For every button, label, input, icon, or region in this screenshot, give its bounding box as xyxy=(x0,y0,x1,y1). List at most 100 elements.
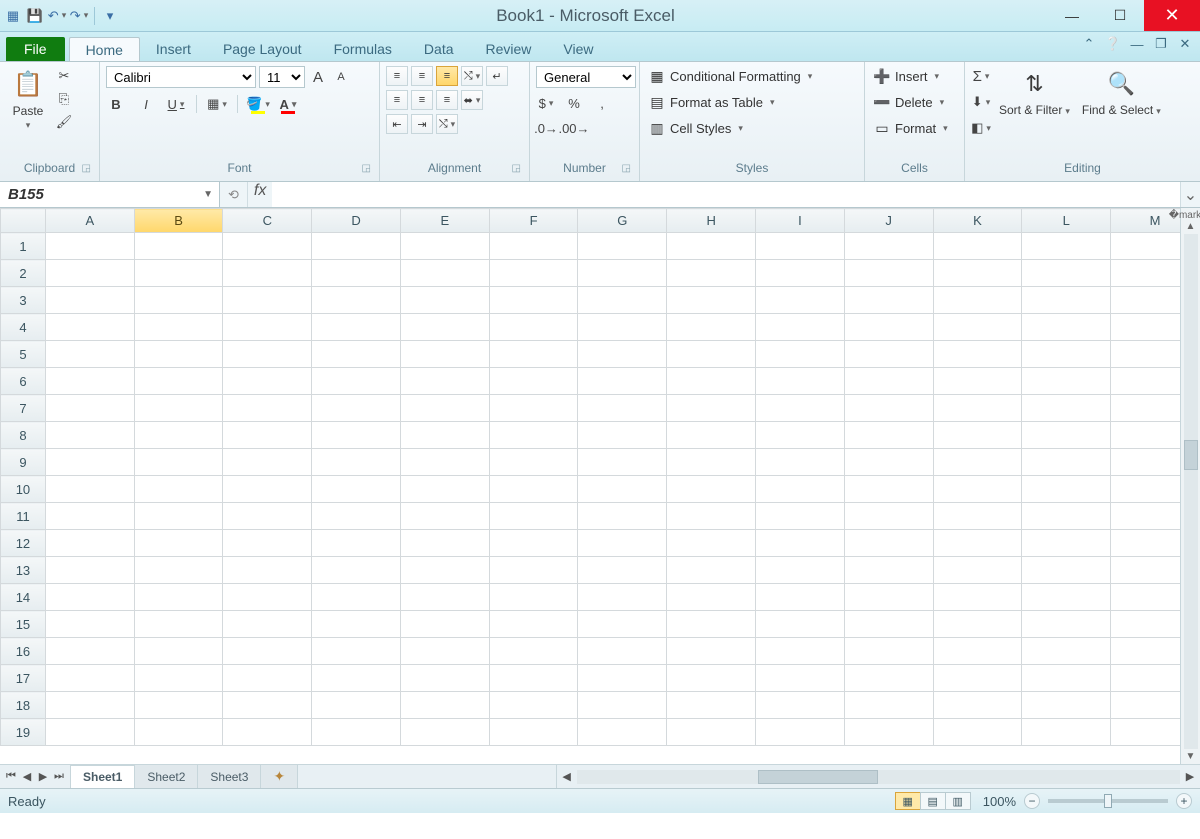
row-header-17[interactable]: 17 xyxy=(1,665,46,692)
tab-formulas[interactable]: Formulas xyxy=(318,37,408,61)
workbook-minimize-icon[interactable]: — xyxy=(1128,37,1146,52)
cell-C1[interactable] xyxy=(223,233,312,260)
cell-M14[interactable] xyxy=(1111,584,1180,611)
cell-F10[interactable] xyxy=(489,476,578,503)
cell-A6[interactable] xyxy=(45,368,134,395)
column-header-C[interactable]: C xyxy=(223,209,312,233)
cell-K17[interactable] xyxy=(933,665,1022,692)
cell-H5[interactable] xyxy=(667,341,756,368)
cell-L18[interactable] xyxy=(1022,692,1111,719)
cell-A4[interactable] xyxy=(45,314,134,341)
cell-C14[interactable] xyxy=(223,584,312,611)
tab-review[interactable]: Review xyxy=(470,37,548,61)
cell-E1[interactable] xyxy=(400,233,489,260)
cell-K13[interactable] xyxy=(933,557,1022,584)
cell-M8[interactable] xyxy=(1111,422,1180,449)
cell-B9[interactable] xyxy=(134,449,223,476)
cell-I14[interactable] xyxy=(756,584,845,611)
cell-F12[interactable] xyxy=(489,530,578,557)
cell-I9[interactable] xyxy=(756,449,845,476)
row-header-9[interactable]: 9 xyxy=(1,449,46,476)
cell-M13[interactable] xyxy=(1111,557,1180,584)
column-header-D[interactable]: D xyxy=(312,209,401,233)
cell-J5[interactable] xyxy=(844,341,933,368)
name-box-dropdown-icon[interactable]: ▼ xyxy=(197,189,219,200)
cell-B6[interactable] xyxy=(134,368,223,395)
cell-D4[interactable] xyxy=(312,314,401,341)
cell-M11[interactable] xyxy=(1111,503,1180,530)
cell-L1[interactable] xyxy=(1022,233,1111,260)
cell-E11[interactable] xyxy=(400,503,489,530)
file-tab[interactable]: File xyxy=(6,37,65,61)
cell-A10[interactable] xyxy=(45,476,134,503)
cell-H12[interactable] xyxy=(667,530,756,557)
cell-F16[interactable] xyxy=(489,638,578,665)
cell-B11[interactable] xyxy=(134,503,223,530)
cell-J18[interactable] xyxy=(844,692,933,719)
cell-M2[interactable] xyxy=(1111,260,1180,287)
cell-D6[interactable] xyxy=(312,368,401,395)
cell-I6[interactable] xyxy=(756,368,845,395)
cell-J13[interactable] xyxy=(844,557,933,584)
cell-H7[interactable] xyxy=(667,395,756,422)
row-header-4[interactable]: 4 xyxy=(1,314,46,341)
cell-J11[interactable] xyxy=(844,503,933,530)
cell-M16[interactable] xyxy=(1111,638,1180,665)
alignment-dialog-icon[interactable]: ◲ xyxy=(512,163,521,174)
row-header-10[interactable]: 10 xyxy=(1,476,46,503)
cell-G4[interactable] xyxy=(578,314,667,341)
cell-H17[interactable] xyxy=(667,665,756,692)
decrease-indent-button[interactable]: ⇤ xyxy=(386,114,408,134)
cell-F9[interactable] xyxy=(489,449,578,476)
percent-button[interactable]: % xyxy=(564,93,584,113)
zoom-slider[interactable] xyxy=(1048,799,1168,803)
font-dialog-icon[interactable]: ◲ xyxy=(362,163,371,174)
font-name-select[interactable]: Calibri xyxy=(106,66,256,88)
font-size-select[interactable]: 11 xyxy=(259,66,305,88)
cell-A11[interactable] xyxy=(45,503,134,530)
row-header-1[interactable]: 1 xyxy=(1,233,46,260)
cell-E18[interactable] xyxy=(400,692,489,719)
cell-G11[interactable] xyxy=(578,503,667,530)
cell-D8[interactable] xyxy=(312,422,401,449)
cell-C8[interactable] xyxy=(223,422,312,449)
align-left-button[interactable]: ≡ xyxy=(386,90,408,110)
cell-I15[interactable] xyxy=(756,611,845,638)
close-button[interactable]: ✕ xyxy=(1144,0,1200,31)
cell-M18[interactable] xyxy=(1111,692,1180,719)
cell-A2[interactable] xyxy=(45,260,134,287)
cell-K15[interactable] xyxy=(933,611,1022,638)
undo-button[interactable]: ↶ xyxy=(48,7,66,25)
cell-D7[interactable] xyxy=(312,395,401,422)
cell-H3[interactable] xyxy=(667,287,756,314)
cell-H6[interactable] xyxy=(667,368,756,395)
cell-L8[interactable] xyxy=(1022,422,1111,449)
cell-A7[interactable] xyxy=(45,395,134,422)
column-header-G[interactable]: G xyxy=(578,209,667,233)
cell-E4[interactable] xyxy=(400,314,489,341)
cell-M3[interactable] xyxy=(1111,287,1180,314)
cell-K7[interactable] xyxy=(933,395,1022,422)
cell-F14[interactable] xyxy=(489,584,578,611)
find-select-button[interactable]: 🔍 Find & Select xyxy=(1078,66,1165,117)
row-header-2[interactable]: 2 xyxy=(1,260,46,287)
cell-K2[interactable] xyxy=(933,260,1022,287)
clear-button[interactable]: ◧ xyxy=(971,118,991,138)
cell-F17[interactable] xyxy=(489,665,578,692)
cell-H18[interactable] xyxy=(667,692,756,719)
cell-H19[interactable] xyxy=(667,719,756,746)
cell-M5[interactable] xyxy=(1111,341,1180,368)
cell-L10[interactable] xyxy=(1022,476,1111,503)
cell-K18[interactable] xyxy=(933,692,1022,719)
fill-color-button[interactable]: 🪣 xyxy=(248,94,268,114)
workbook-close-icon[interactable]: ✕ xyxy=(1176,36,1194,52)
cell-C2[interactable] xyxy=(223,260,312,287)
number-format-select[interactable]: General xyxy=(536,66,636,88)
cell-L15[interactable] xyxy=(1022,611,1111,638)
cell-E3[interactable] xyxy=(400,287,489,314)
cell-B3[interactable] xyxy=(134,287,223,314)
row-header-19[interactable]: 19 xyxy=(1,719,46,746)
cell-E5[interactable] xyxy=(400,341,489,368)
cell-L19[interactable] xyxy=(1022,719,1111,746)
cell-I8[interactable] xyxy=(756,422,845,449)
